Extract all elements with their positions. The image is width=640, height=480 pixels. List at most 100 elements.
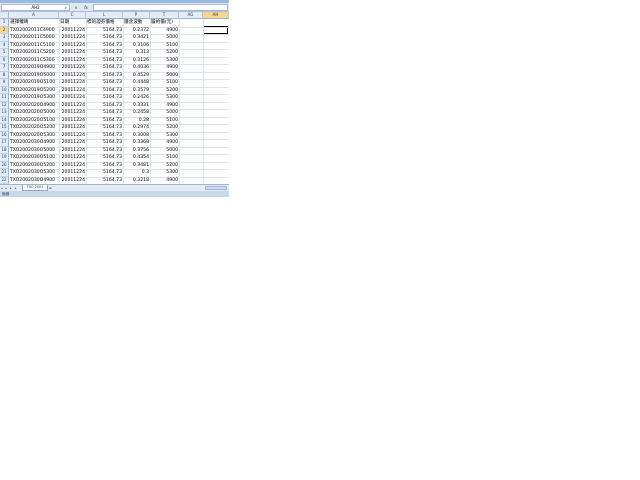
data-cell[interactable]: 20011224 <box>59 79 86 87</box>
formula-input[interactable] <box>93 4 228 11</box>
data-cell[interactable]: 0.28 <box>123 117 150 125</box>
data-cell[interactable]: 5164.73 <box>86 64 123 72</box>
data-cell[interactable]: 5164.73 <box>86 177 123 185</box>
data-cell[interactable]: 0.2458 <box>123 109 150 117</box>
data-cell[interactable]: 0.3106 <box>123 42 150 50</box>
data-cell[interactable]: 20011224 <box>59 177 86 185</box>
data-cell[interactable]: 5164.73 <box>86 162 123 170</box>
data-cell[interactable]: TXO2002020O4900 <box>9 102 59 110</box>
data-cell[interactable]: 5164.73 <box>86 139 123 147</box>
data-cell[interactable]: TXO2002030O5300 <box>9 169 59 177</box>
data-cell[interactable]: TXO2002030O4900 <box>9 177 59 185</box>
column-header-c[interactable]: C <box>59 12 86 19</box>
data-cell[interactable]: TXO2002020O5100 <box>9 117 59 125</box>
data-cell[interactable]: 5164.73 <box>86 147 123 155</box>
data-cell[interactable]: TXO2002020O5200 <box>9 124 59 132</box>
data-cell[interactable]: 5164.73 <box>86 117 123 125</box>
data-cell[interactable]: 5164.73 <box>86 94 123 102</box>
name-box-dropdown-icon[interactable]: ▾ <box>65 6 67 10</box>
column-header-ah[interactable]: AH <box>203 12 229 19</box>
header-cell[interactable]: 選擇權碼 <box>9 19 59 27</box>
row-header-16[interactable]: 16 <box>0 131 9 139</box>
data-cell[interactable]: 5000 <box>150 109 179 117</box>
data-cell[interactable]: TXO2002020O5000 <box>9 109 59 117</box>
data-cell[interactable]: 5100 <box>150 154 179 162</box>
data-cell[interactable]: 0.3756 <box>123 147 150 155</box>
data-cell[interactable]: TXO2002011C4900 <box>9 27 59 35</box>
header-cell[interactable]: 履約價(元) <box>150 19 179 27</box>
data-cell[interactable]: 5300 <box>150 94 179 102</box>
row-header-5[interactable]: 5 <box>0 49 9 57</box>
data-cell[interactable]: TXO2002030O5100 <box>9 154 59 162</box>
data-cell[interactable]: 20011224 <box>59 132 86 140</box>
row-header-22[interactable]: 22 <box>0 176 9 184</box>
data-cell[interactable]: TXO2002011C5200 <box>9 49 59 57</box>
data-cell[interactable]: 5300 <box>150 169 179 177</box>
data-cell[interactable]: 20011224 <box>59 34 86 42</box>
data-cell[interactable]: 5164.73 <box>86 132 123 140</box>
cell-grid[interactable]: 選擇權碼 日期 標的證券價格 隱含波動 履約價(元) TXO2002011C4900 200… <box>9 19 229 185</box>
header-cell[interactable]: 標的證券價格 <box>86 19 123 27</box>
data-cell[interactable]: 0.2974 <box>123 124 150 132</box>
data-cell[interactable]: 0.3579 <box>123 87 150 95</box>
data-cell[interactable]: 5164.73 <box>86 102 123 110</box>
data-cell[interactable]: 20011224 <box>59 124 86 132</box>
row-header-10[interactable]: 10 <box>0 86 9 94</box>
data-cell[interactable]: 0.4529 <box>123 72 150 80</box>
data-cell[interactable]: 0.3 <box>123 169 150 177</box>
data-cell[interactable]: 5200 <box>150 49 179 57</box>
row-header-12[interactable]: 12 <box>0 101 9 109</box>
data-cell[interactable]: 20011224 <box>59 49 86 57</box>
data-cell[interactable]: TXO2002011C5100 <box>9 42 59 50</box>
data-cell[interactable]: 0.3008 <box>123 132 150 140</box>
column-header-a[interactable]: A <box>9 12 59 19</box>
row-header-8[interactable]: 8 <box>0 71 9 79</box>
data-cell[interactable]: 20011224 <box>59 94 86 102</box>
data-cell[interactable]: TXO2002019O5000 <box>9 72 59 80</box>
data-cell[interactable]: TXO2002011C5300 <box>9 57 59 65</box>
data-cell[interactable]: 5164.73 <box>86 72 123 80</box>
insert-function-icon[interactable]: fx <box>82 4 90 11</box>
data-cell[interactable]: 5100 <box>150 42 179 50</box>
column-header-ag[interactable]: AG <box>179 12 203 19</box>
data-cell[interactable]: 5000 <box>150 72 179 80</box>
data-cell[interactable]: 20011224 <box>59 169 86 177</box>
data-cell[interactable]: 5000 <box>150 34 179 42</box>
data-cell[interactable]: TXO2002011C5000 <box>9 34 59 42</box>
data-cell[interactable]: 0.4036 <box>123 64 150 72</box>
data-cell[interactable]: 5164.73 <box>86 169 123 177</box>
data-cell[interactable]: 5164.73 <box>86 154 123 162</box>
row-header-3[interactable]: 3 <box>0 34 9 42</box>
row-header-6[interactable]: 6 <box>0 56 9 64</box>
data-cell[interactable]: 0.3126 <box>123 57 150 65</box>
data-cell[interactable]: 4900 <box>150 64 179 72</box>
last-sheet-icon[interactable]: ▸ <box>15 186 17 190</box>
header-cell[interactable]: 隱含波動 <box>123 19 150 27</box>
data-cell[interactable]: 0.3481 <box>123 162 150 170</box>
column-header-l[interactable]: L <box>86 12 123 19</box>
horizontal-scrollbar[interactable] <box>205 186 227 190</box>
row-header-21[interactable]: 21 <box>0 169 9 177</box>
data-cell[interactable]: 20011224 <box>59 154 86 162</box>
data-cell[interactable]: 0.2372 <box>123 27 150 35</box>
data-cell[interactable]: 5000 <box>150 147 179 155</box>
data-cell[interactable]: 5300 <box>150 132 179 140</box>
data-cell[interactable]: 5164.73 <box>86 42 123 50</box>
data-cell[interactable]: 5200 <box>150 87 179 95</box>
data-cell[interactable]: 20011224 <box>59 102 86 110</box>
data-cell[interactable]: 5164.73 <box>86 27 123 35</box>
data-cell[interactable]: 0.313 <box>123 49 150 57</box>
data-cell[interactable]: 20011224 <box>59 72 86 80</box>
data-cell[interactable]: TXO2002030O5200 <box>9 162 59 170</box>
data-cell[interactable]: 4900 <box>150 27 179 35</box>
row-header-1[interactable]: 1 <box>0 19 9 27</box>
data-cell[interactable]: TXO2002030O5000 <box>9 147 59 155</box>
data-cell[interactable]: TXO2002019O4900 <box>9 64 59 72</box>
data-cell[interactable]: 20011224 <box>59 64 86 72</box>
data-cell[interactable]: 0.4354 <box>123 154 150 162</box>
row-header-11[interactable]: 11 <box>0 94 9 102</box>
data-cell[interactable]: 0.3368 <box>123 139 150 147</box>
data-cell[interactable]: 0.3421 <box>123 34 150 42</box>
data-cell[interactable]: 20011224 <box>59 42 86 50</box>
data-cell[interactable]: 5164.73 <box>86 79 123 87</box>
